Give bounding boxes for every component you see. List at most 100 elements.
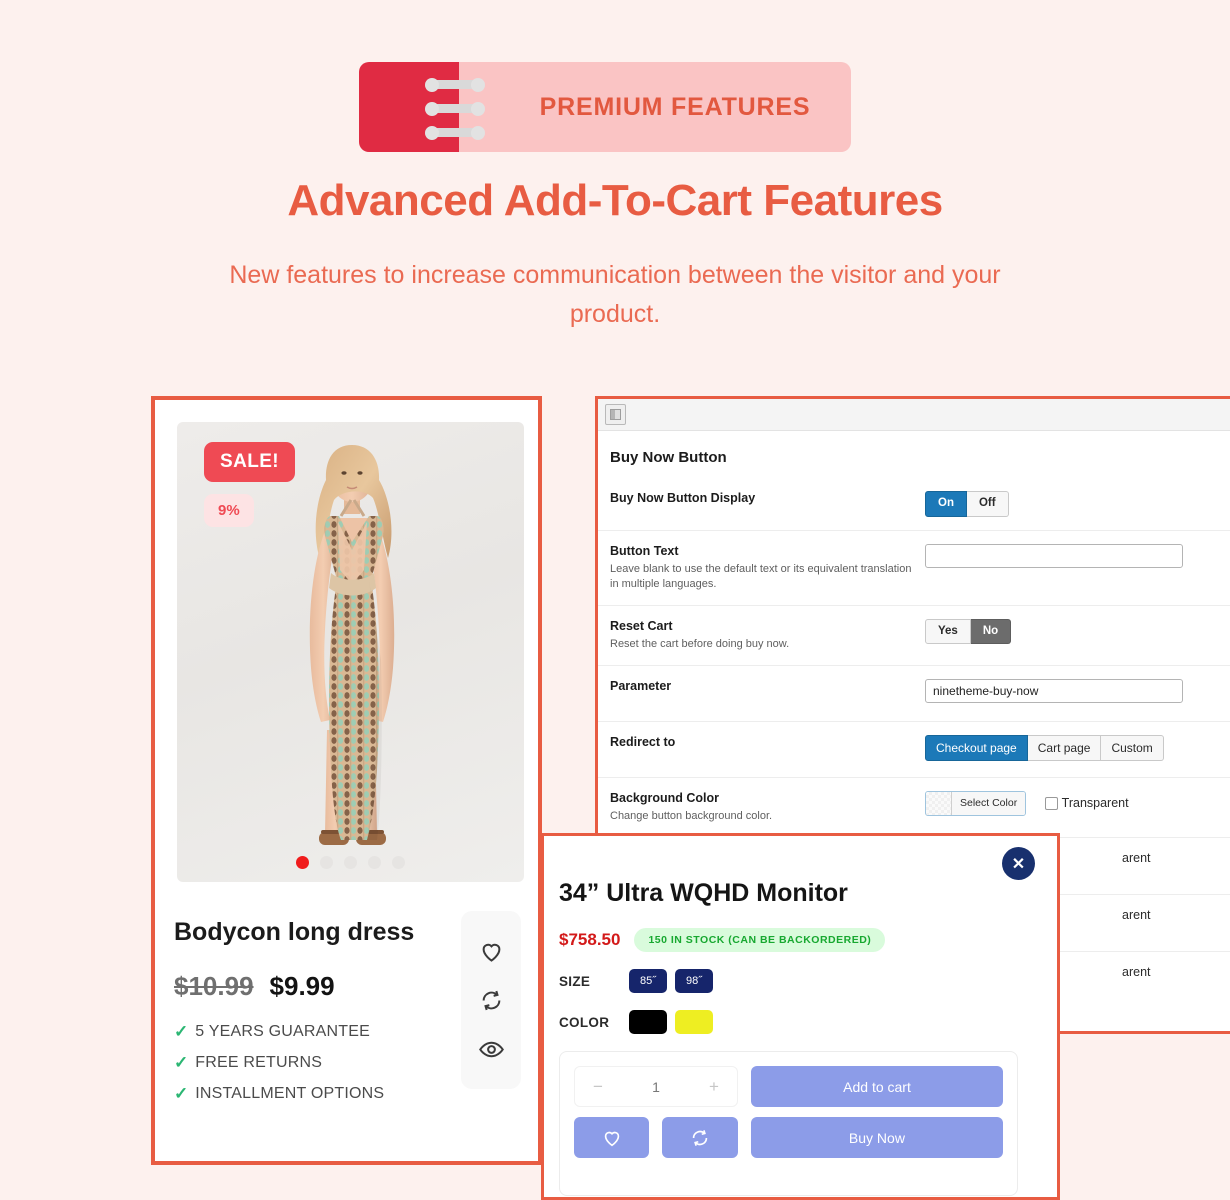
carousel-dot-1[interactable] xyxy=(296,856,309,869)
quantity-minus-button[interactable]: − xyxy=(593,1077,603,1097)
color-swatch-yellow[interactable] xyxy=(675,1010,713,1034)
setting-label: Reset Cart xyxy=(610,618,673,633)
modal-product-title: 34” Ultra WQHD Monitor xyxy=(559,879,848,907)
setting-row-parameter: Parameter xyxy=(598,664,1230,721)
setting-description: Leave blank to use the default text or i… xyxy=(610,562,912,590)
product-feature-list: ✓ 5 YEARS GUARANTEE ✓ FREE RETURNS ✓ INS… xyxy=(174,1022,384,1104)
wishlist-icon[interactable] xyxy=(478,938,505,965)
size-swatch-list: 85˝ 98˝ xyxy=(629,969,713,993)
close-icon[interactable]: ✕ xyxy=(1002,847,1035,880)
check-icon: ✓ xyxy=(174,1022,189,1041)
page-subtitle: New features to increase communication b… xyxy=(229,261,1001,328)
product-side-actions xyxy=(461,911,521,1089)
check-icon: ✓ xyxy=(174,1053,189,1072)
product-old-price: $10.99 xyxy=(174,971,254,1001)
carousel-dots[interactable] xyxy=(177,856,524,869)
setting-label: Background Color xyxy=(610,790,720,805)
buy-now-button[interactable]: Buy Now xyxy=(750,1117,1003,1158)
size-swatch[interactable]: 85˝ xyxy=(629,969,667,993)
discount-badge: 9% xyxy=(204,494,254,527)
modal-price-row: $758.50 150 IN STOCK (CAN BE BACKORDERED… xyxy=(559,928,886,952)
segment-custom[interactable]: Custom xyxy=(1101,734,1164,761)
size-swatch[interactable]: 98˝ xyxy=(675,969,713,993)
color-swatch-black[interactable] xyxy=(629,1010,667,1034)
button-text-input[interactable] xyxy=(925,543,1183,568)
product-quickview-modal: ✕ 34” Ultra WQHD Monitor $758.50 150 IN … xyxy=(541,833,1060,1200)
modal-compare-button[interactable] xyxy=(662,1117,738,1158)
setting-label: Parameter xyxy=(610,678,672,693)
toggle-option-yes[interactable]: Yes xyxy=(925,618,971,644)
page-root: PREMIUM FEATURES Advanced Add-To-Cart Fe… xyxy=(0,0,1230,1200)
carousel-dot-2[interactable] xyxy=(320,856,333,869)
transparent-label-partial: arent xyxy=(1122,907,1151,922)
attribute-label: COLOR xyxy=(559,1014,610,1030)
modal-price: $758.50 xyxy=(559,930,621,949)
product-feature-label: FREE RETURNS xyxy=(195,1054,323,1071)
toggle-option-no[interactable]: No xyxy=(970,618,1012,644)
attribute-label: SIZE xyxy=(559,973,591,989)
setting-label: Redirect to xyxy=(610,734,676,749)
stock-badge: 150 IN STOCK (CAN BE BACKORDERED) xyxy=(634,928,886,952)
segment-cart-page[interactable]: Cart page xyxy=(1027,734,1102,761)
admin-toolbar xyxy=(598,399,1230,431)
page-title: Advanced Add-To-Cart Features xyxy=(287,176,943,225)
setting-description: Change button background color. xyxy=(610,809,773,822)
setting-row-redirect-to: Redirect to Checkout page Cart page Cust… xyxy=(598,720,1230,777)
product-feature-item: ✓ 5 YEARS GUARANTEE xyxy=(174,1022,384,1042)
select-color-label: Select Color xyxy=(952,791,1026,815)
transparent-label: Transparent xyxy=(1061,796,1129,810)
sale-badge: SALE! xyxy=(204,442,295,482)
admin-section-title: Buy Now Button xyxy=(610,449,727,466)
product-feature-label: INSTALLMENT OPTIONS xyxy=(195,1085,385,1102)
notebook-rings-icon xyxy=(419,62,489,152)
setting-label: Buy Now Button Display xyxy=(610,491,756,505)
carousel-dot-5[interactable] xyxy=(392,856,405,869)
color-swatch-preview xyxy=(926,791,952,815)
color-picker-button[interactable]: Select Color xyxy=(925,790,1027,816)
product-gallery[interactable]: SALE! 9% xyxy=(177,422,524,882)
setting-label: Button Text xyxy=(610,543,679,558)
product-price-row: $10.99 $9.99 xyxy=(174,971,335,1002)
premium-features-badge: PREMIUM FEATURES xyxy=(359,62,851,152)
quickview-icon[interactable] xyxy=(478,1036,505,1063)
quantity-value[interactable]: 1 xyxy=(652,1079,660,1095)
carousel-dot-3[interactable] xyxy=(344,856,357,869)
compare-icon xyxy=(692,1129,708,1146)
toggle-option-on[interactable]: On xyxy=(925,491,967,517)
heart-icon xyxy=(604,1131,619,1146)
transparent-label-partial: arent xyxy=(1122,850,1151,865)
attribute-row-size: SIZE 85˝ 98˝ xyxy=(559,969,713,993)
setting-row-background-color: Background Color Change button backgroun… xyxy=(598,776,1230,837)
segment-checkout-page[interactable]: Checkout page xyxy=(925,734,1028,761)
carousel-dot-4[interactable] xyxy=(368,856,381,869)
product-new-price: $9.99 xyxy=(269,971,335,1001)
parameter-input[interactable] xyxy=(925,678,1183,703)
transparent-label-partial: arent xyxy=(1122,964,1151,979)
badge-body: PREMIUM FEATURES xyxy=(459,62,851,152)
setting-row-buy-now-display: Buy Now Button Display On Off xyxy=(598,466,1230,530)
compare-icon[interactable] xyxy=(478,987,505,1014)
product-feature-item: ✓ INSTALLMENT OPTIONS xyxy=(174,1084,384,1104)
product-title: Bodycon long dress xyxy=(174,918,415,946)
color-swatch-list xyxy=(629,1010,713,1034)
quantity-stepper[interactable]: − 1 + xyxy=(574,1066,738,1107)
check-icon: ✓ xyxy=(174,1084,189,1103)
redirect-to-segments[interactable]: Checkout page Cart page Custom xyxy=(925,734,1164,761)
modal-wishlist-button[interactable] xyxy=(574,1117,650,1158)
setting-row-button-text: Button Text Leave blank to use the defau… xyxy=(598,529,1230,605)
reset-cart-toggle[interactable]: Yes No xyxy=(925,618,1012,644)
badge-label: PREMIUM FEATURES xyxy=(539,92,811,121)
quantity-plus-button[interactable]: + xyxy=(709,1077,719,1097)
add-to-cart-button[interactable]: Add to cart xyxy=(751,1066,1003,1107)
transparent-checkbox[interactable]: Transparent xyxy=(1044,796,1129,810)
product-feature-item: ✓ FREE RETURNS xyxy=(174,1053,384,1073)
setting-description: Reset the cart before doing buy now. xyxy=(610,637,790,650)
attribute-row-color: COLOR xyxy=(559,1010,713,1034)
add-to-cart-box: − 1 + Add to cart Buy Now xyxy=(559,1051,1018,1196)
checkbox-box[interactable] xyxy=(1044,796,1058,810)
setting-row-reset-cart: Reset Cart Reset the cart before doing b… xyxy=(598,604,1230,665)
layout-panel-icon[interactable] xyxy=(605,404,626,425)
buy-now-display-toggle[interactable]: On Off xyxy=(925,491,1009,517)
toggle-option-off[interactable]: Off xyxy=(966,491,1009,517)
product-feature-label: 5 YEARS GUARANTEE xyxy=(195,1023,370,1040)
